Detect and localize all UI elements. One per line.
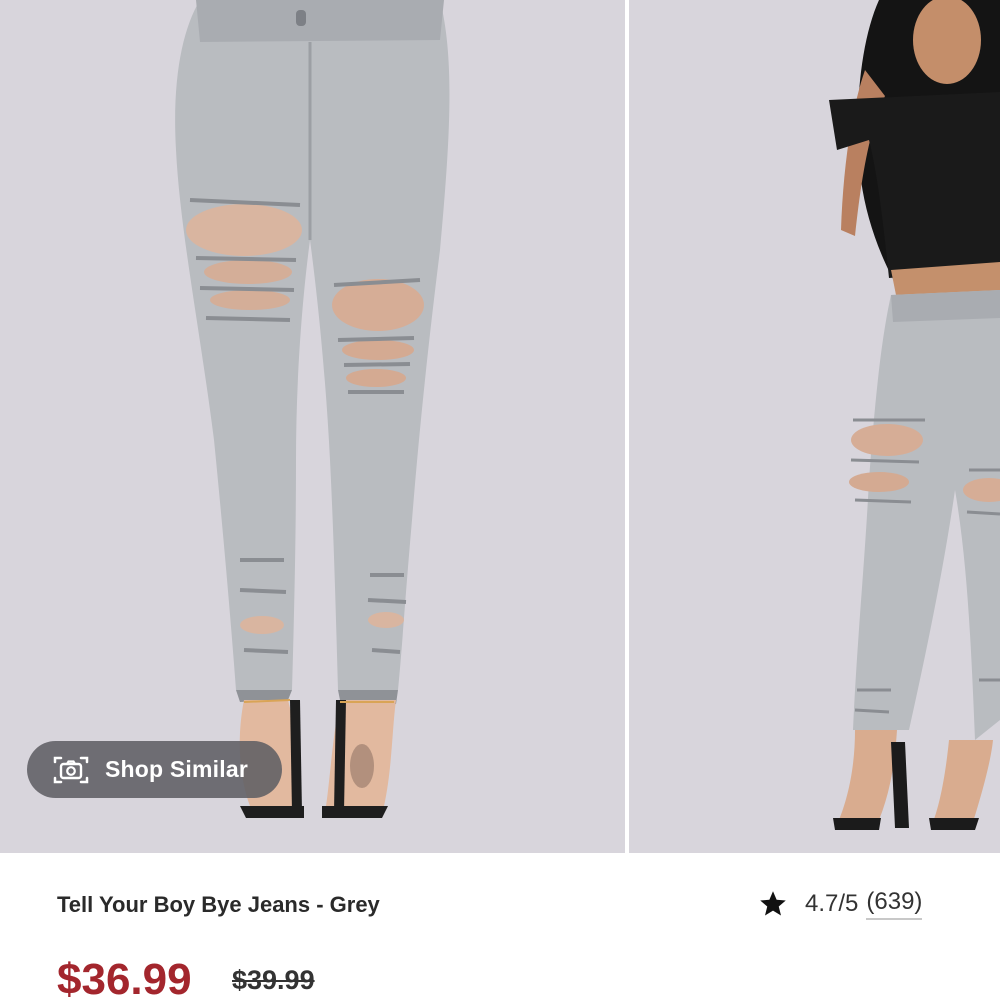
product-image-gallery[interactable]: Shop Similar	[0, 0, 1000, 853]
product-title: Tell Your Boy Bye Jeans - Grey	[57, 892, 380, 917]
jeans-front-illustration	[0, 0, 625, 853]
shop-similar-label: Shop Similar	[105, 756, 248, 782]
product-image-main[interactable]	[0, 0, 625, 853]
jeans-full-body-illustration	[629, 0, 1000, 853]
product-image-side[interactable]	[629, 0, 1000, 853]
rating-score: 4.7/5	[805, 890, 859, 917]
product-rating[interactable]: 4.7/5 (639)	[758, 884, 923, 924]
review-count-link[interactable]: (639)	[866, 888, 923, 920]
sale-price: $36.99	[57, 955, 192, 1000]
camera-icon	[53, 756, 89, 783]
star-icon	[760, 891, 786, 916]
shop-similar-button[interactable]: Shop Similar	[27, 741, 282, 798]
original-price: $39.99	[232, 965, 315, 995]
